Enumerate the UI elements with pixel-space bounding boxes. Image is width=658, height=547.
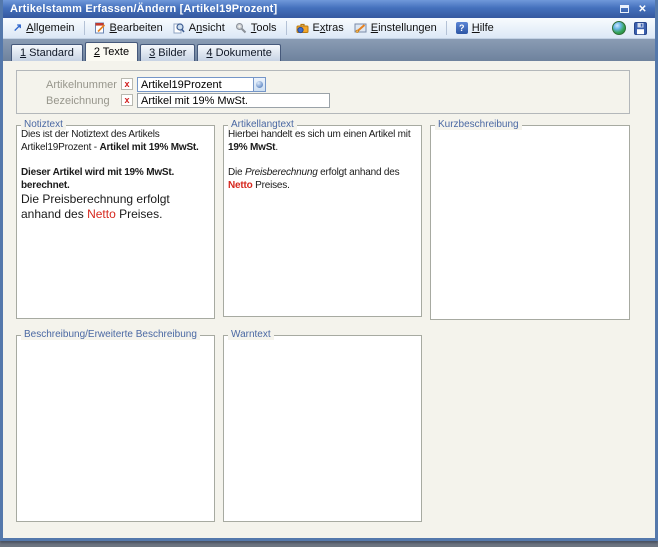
settings-icon — [354, 22, 367, 34]
menu-label: Extras — [313, 22, 344, 34]
window-title: Artikelstamm Erfassen/Ändern [Artikel19P… — [10, 3, 614, 15]
menu-item-bearbeiten[interactable]: Bearbeiten — [89, 21, 168, 35]
save-icon[interactable] — [634, 22, 647, 35]
arrow-up-right-icon: ↗ — [13, 23, 22, 34]
beschreibung-textarea[interactable] — [16, 335, 215, 522]
bezeichnung-label: Bezeichnung — [46, 95, 110, 107]
close-window-button[interactable]: ✕ — [635, 3, 650, 16]
artikellangtext-paragraph: Die Preisberechnung erfolgt anhand des N… — [228, 166, 417, 192]
warntext-group: Warntext — [223, 330, 422, 522]
menu-separator — [84, 21, 85, 35]
required-marker-icon: x — [121, 78, 133, 90]
menu-label: Hilfe — [472, 22, 494, 34]
tab-bilder[interactable]: 3 Bilder — [140, 44, 195, 61]
warntext-textarea[interactable] — [223, 335, 422, 522]
menu-label: Einstellungen — [371, 22, 437, 34]
kurzbeschreibung-legend: Kurzbeschreibung — [435, 119, 522, 130]
notiztext-legend: Notiztext — [21, 119, 66, 130]
menu-label: Bearbeiten — [110, 22, 163, 34]
bezeichnung-input[interactable] — [137, 93, 330, 108]
restore-icon — [620, 5, 629, 13]
kurzbeschreibung-group: Kurzbeschreibung — [430, 120, 630, 320]
restore-window-button[interactable] — [617, 3, 632, 16]
artikelnummer-lookup-button[interactable] — [253, 77, 266, 92]
refresh-globe-icon[interactable] — [612, 21, 626, 35]
menu-right-actions — [612, 21, 647, 35]
menu-label: Tools — [251, 22, 277, 34]
tab-standard[interactable]: 1 Standard — [11, 44, 83, 61]
notiztext-paragraph: Dies ist der Notiztext des Artikels Arti… — [21, 128, 210, 154]
tab-content-texte: Artikelnummer x Bezeichnung x Notiztext … — [3, 61, 655, 538]
notiztext-paragraph: Dieser Artikel wird mit 19% MwSt. berech… — [21, 166, 210, 222]
required-marker-icon: x — [121, 94, 133, 106]
close-icon: ✕ — [638, 3, 646, 16]
artikellangtext-paragraph: Hierbei handelt es sich um einen Artikel… — [228, 128, 417, 154]
menu-item-ansicht[interactable]: Ansicht — [168, 21, 230, 35]
beschreibung-group: Beschreibung/Erweiterte Beschreibung — [16, 330, 215, 522]
artikellangtext-textarea[interactable]: Hierbei handelt es sich um einen Artikel… — [223, 125, 422, 317]
menu-item-hilfe[interactable]: ? Hilfe — [451, 21, 499, 35]
menu-separator — [286, 21, 287, 35]
tab-dokumente[interactable]: 4 Dokumente — [197, 44, 280, 61]
tab-strip: 1 Standard 2 Texte 3 Bilder 4 Dokumente — [3, 39, 655, 61]
notebook-edit-icon — [94, 22, 106, 34]
menu-bar: ↗ Allgemein Bearbeiten Ansicht Tools — [3, 18, 655, 39]
magnifier-icon — [173, 22, 185, 34]
beschreibung-legend: Beschreibung/Erweiterte Beschreibung — [21, 329, 200, 340]
lookup-sphere-icon — [256, 81, 263, 88]
menu-item-einstellungen[interactable]: Einstellungen — [349, 21, 442, 35]
artikellangtext-group: Artikellangtext Hierbei handelt es sich … — [223, 120, 422, 317]
menu-label: Ansicht — [189, 22, 225, 34]
tab-texte[interactable]: 2 Texte — [85, 42, 138, 61]
wrench-icon — [235, 22, 247, 34]
menu-separator — [446, 21, 447, 35]
toolbox-icon — [296, 22, 309, 34]
app-window: Artikelstamm Erfassen/Ändern [Artikel19P… — [0, 0, 658, 541]
menu-label: Allgemein — [26, 22, 74, 34]
notiztext-textarea[interactable]: Dies ist der Notiztext des Artikels Arti… — [16, 125, 215, 319]
kurzbeschreibung-textarea[interactable] — [430, 125, 630, 320]
help-icon: ? — [456, 22, 468, 34]
menu-item-allgemein[interactable]: ↗ Allgemein — [8, 21, 80, 35]
menu-item-extras[interactable]: Extras — [291, 21, 349, 35]
article-header-box: Artikelnummer x Bezeichnung x — [16, 70, 630, 114]
title-bar: Artikelstamm Erfassen/Ändern [Artikel19P… — [3, 0, 655, 18]
menu-item-tools[interactable]: Tools — [230, 21, 282, 35]
warntext-legend: Warntext — [228, 329, 274, 340]
notiztext-group: Notiztext Dies ist der Notiztext des Art… — [16, 120, 215, 319]
artikellangtext-legend: Artikellangtext — [228, 119, 297, 130]
artikelnummer-label: Artikelnummer — [46, 79, 117, 91]
artikelnummer-input[interactable] — [137, 77, 266, 92]
